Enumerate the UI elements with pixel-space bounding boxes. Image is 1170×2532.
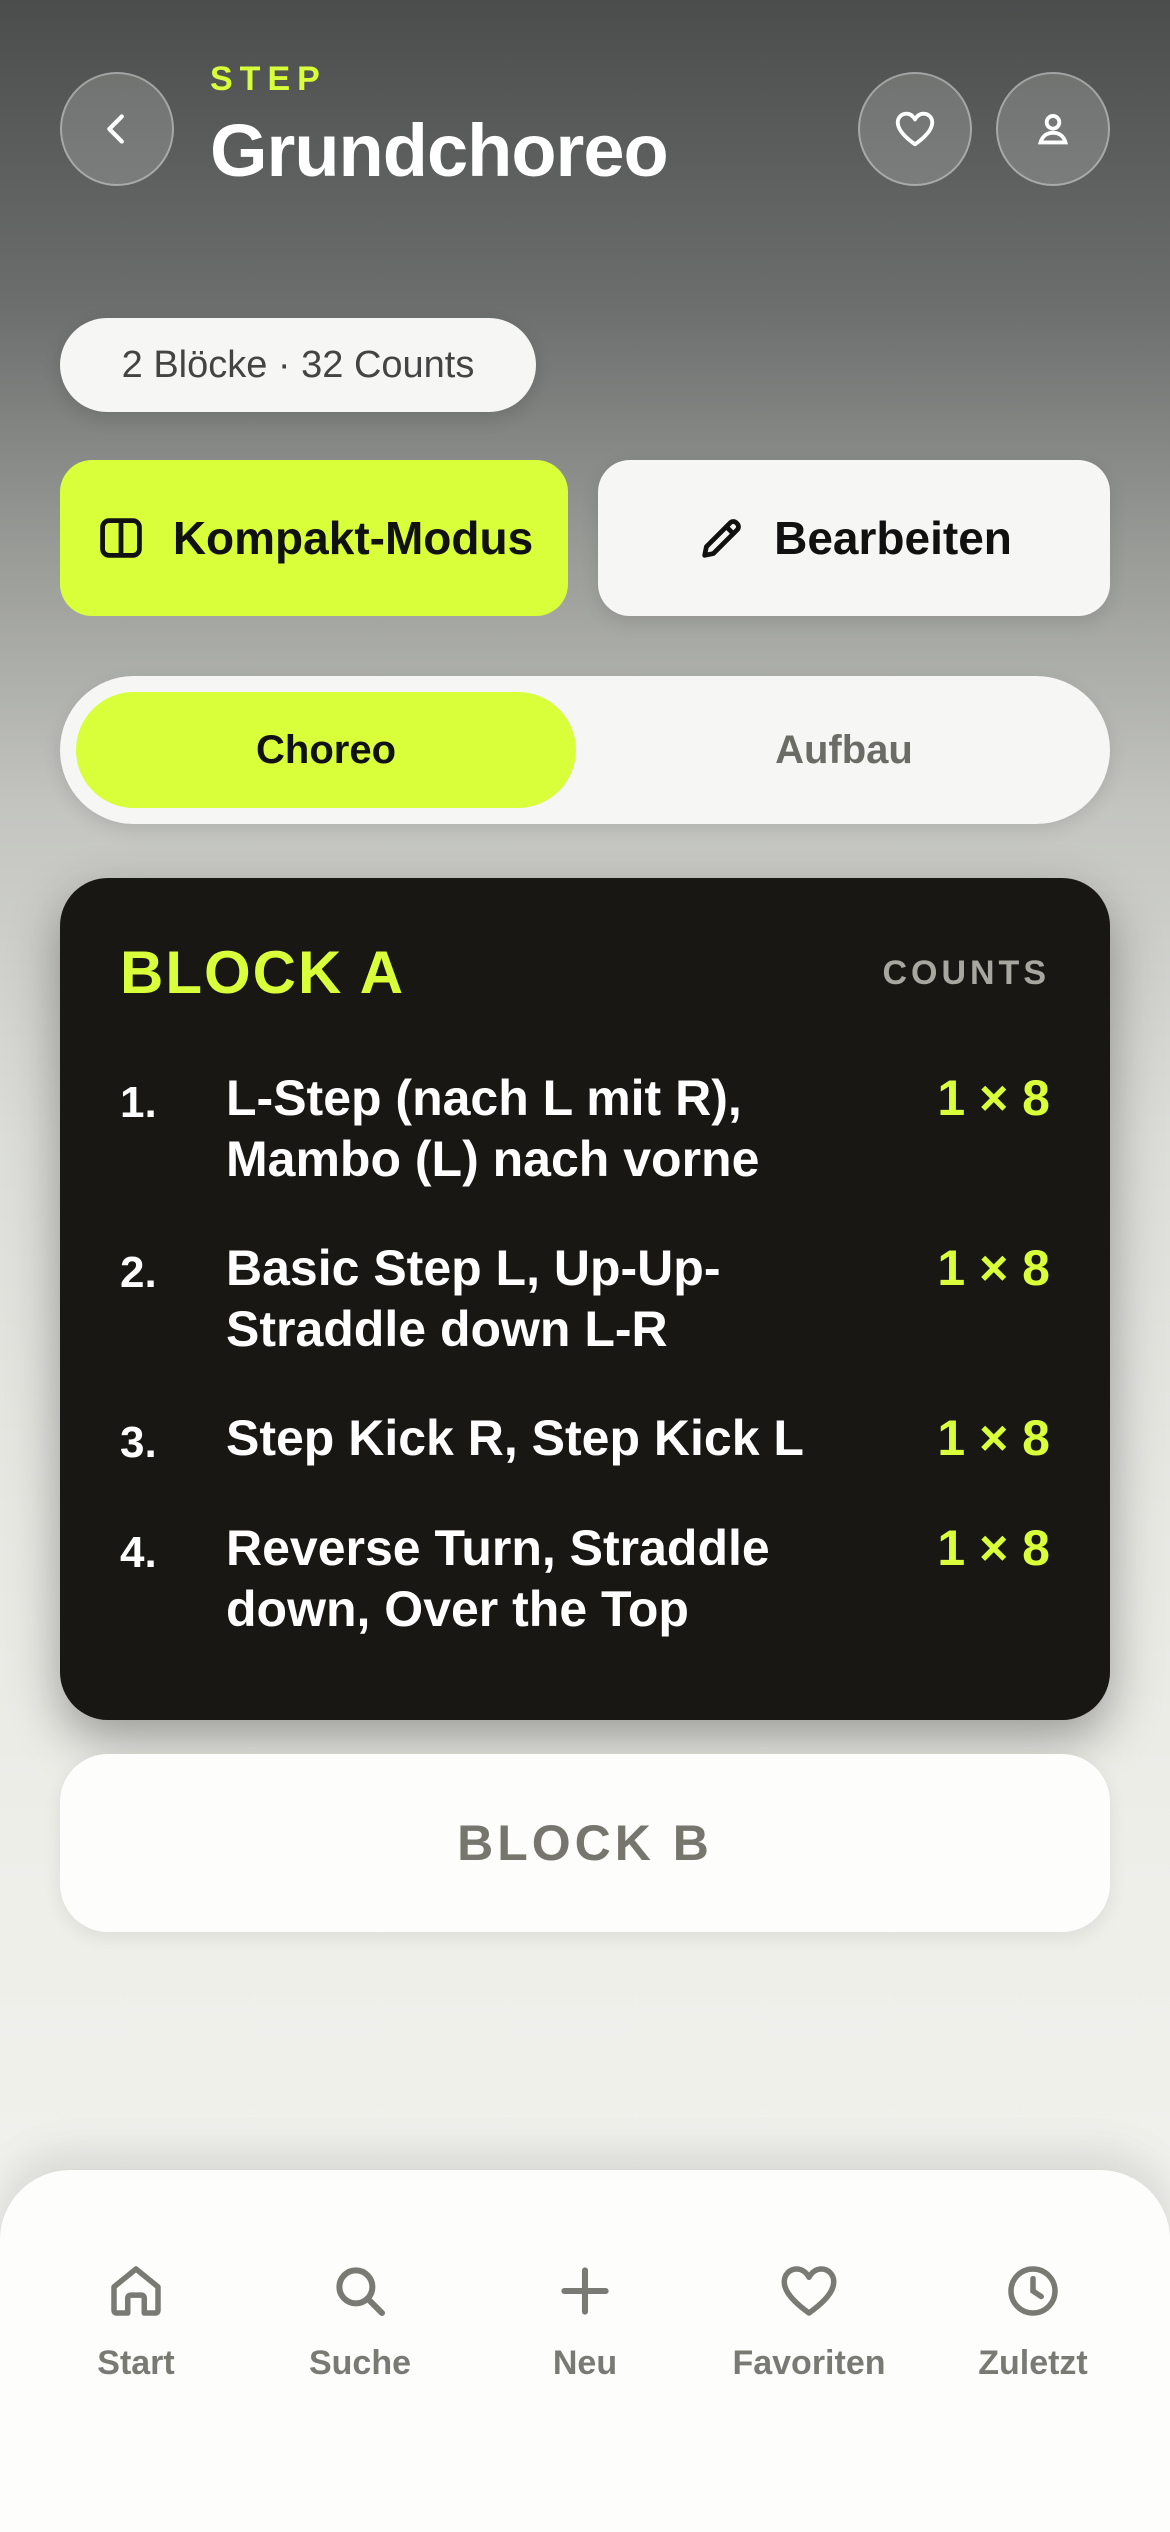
step-number: 1. [120, 1078, 157, 1127]
step-description: L-Step (nach L mit R), Mambo (L) nach vo… [226, 1070, 760, 1187]
step-count: 1 × 8 [937, 1070, 1050, 1126]
step-row[interactable]: 4. Reverse Turn, Straddle down, Over the… [120, 1518, 1050, 1648]
tab-choreo[interactable]: Choreo [76, 692, 576, 808]
favorite-button[interactable] [858, 72, 972, 186]
block-a-title: BLOCK A [120, 939, 406, 1006]
choreo-summary-badge: 2 Blöcke · 32 Counts [60, 318, 536, 412]
clock-icon [1008, 2266, 1058, 2316]
step-description: Basic Step L, Up-Up-Straddle down L-R [226, 1240, 721, 1357]
search-icon [336, 2267, 386, 2317]
profile-button[interactable] [996, 72, 1110, 186]
step-number: 4. [120, 1528, 157, 1577]
category-label: STEP [210, 60, 327, 98]
step-count: 1 × 8 [937, 1520, 1050, 1576]
compact-mode-button[interactable]: Kompakt-Modus [60, 460, 568, 616]
heart-icon [895, 111, 935, 147]
step-row[interactable]: 1. L-Step (nach L mit R), Mambo (L) nach… [120, 1068, 1050, 1198]
nav-item-start[interactable]: Start [36, 2258, 236, 2418]
edit-button[interactable]: Bearbeiten [598, 460, 1110, 616]
page-title: Grundchoreo [210, 109, 669, 192]
header: STEP Grundchoreo [0, 0, 1170, 260]
home-icon [111, 2266, 161, 2316]
step-count: 1 × 8 [937, 1410, 1050, 1466]
step-count: 1 × 8 [937, 1240, 1050, 1296]
nav-item-favorites[interactable]: Favoriten [709, 2258, 909, 2418]
nav-label: Favoriten [732, 2344, 886, 2382]
user-icon [1037, 114, 1069, 145]
step-number: 2. [120, 1248, 157, 1297]
nav-item-recent[interactable]: Zuletzt [933, 2258, 1133, 2418]
nav-item-new[interactable]: Neu [485, 2258, 685, 2418]
nav-label: Zuletzt [978, 2344, 1088, 2382]
back-button[interactable] [60, 72, 174, 186]
step-description: Step Kick R, Step Kick L [226, 1410, 804, 1466]
nav-label: Suche [308, 2344, 412, 2382]
plus-icon [561, 2267, 609, 2315]
step-row[interactable]: 3. Step Kick R, Step Kick L 1 × 8 [120, 1408, 1050, 1478]
counts-column-header: COUNTS [882, 954, 1050, 992]
heart-icon [781, 2266, 837, 2316]
step-row[interactable]: 2. Basic Step L, Up-Up-Straddle down L-R… [120, 1238, 1050, 1368]
block-b-card[interactable]: BLOCK B [60, 1754, 1110, 1932]
edit-label: Bearbeiten [774, 512, 1012, 564]
compact-mode-label: Kompakt-Modus [172, 512, 534, 564]
step-description: Reverse Turn, Straddle down, Over the To… [226, 1520, 770, 1637]
pencil-icon [702, 519, 741, 558]
view-switcher: Choreo Aufbau [60, 676, 1110, 824]
columns-icon [100, 518, 142, 558]
bottom-navigation: Start Suche Neu Favoriten Zuletzt [0, 2170, 1170, 2532]
block-a-card: BLOCK A COUNTS 1. L-Step (nach L mit R),… [60, 878, 1110, 1720]
chevron-left-icon [107, 114, 124, 144]
tab-aufbau[interactable]: Aufbau [594, 692, 1094, 808]
nav-label: Start [97, 2344, 175, 2382]
nav-item-search[interactable]: Suche [260, 2258, 460, 2418]
step-number: 3. [120, 1418, 157, 1467]
nav-label: Neu [552, 2344, 618, 2382]
